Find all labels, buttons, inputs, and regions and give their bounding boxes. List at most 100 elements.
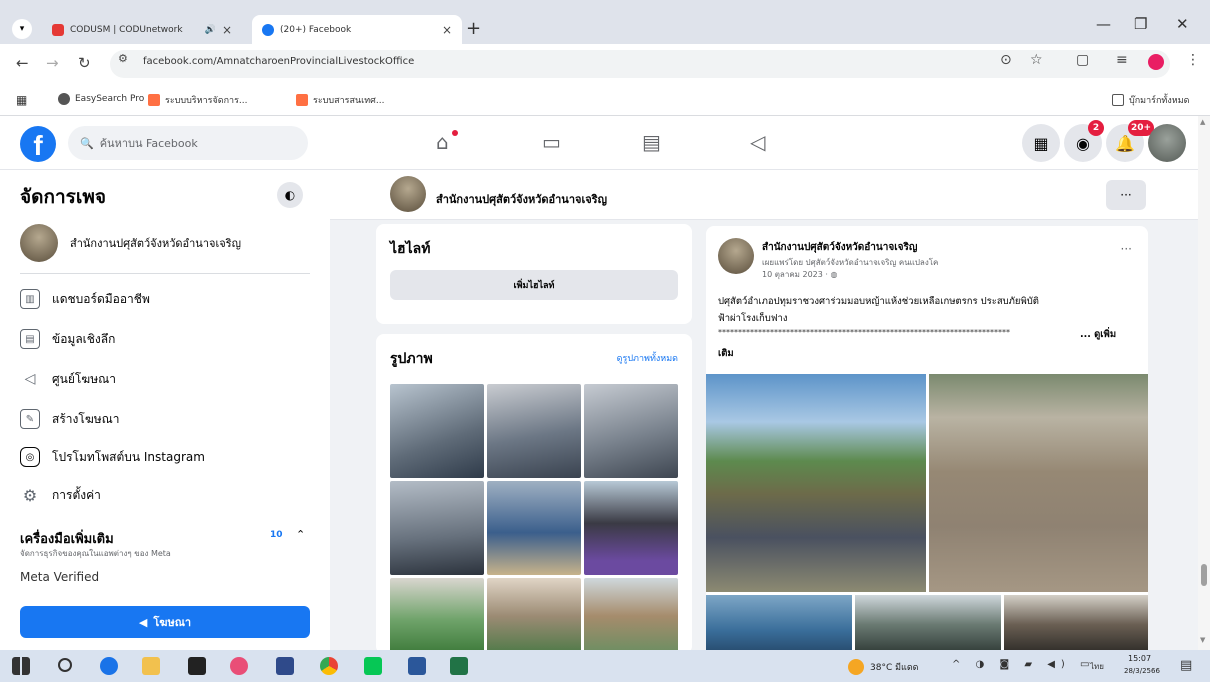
marketplace-icon[interactable]: ▤ (642, 130, 661, 154)
lens-icon[interactable]: ⊙ (1000, 52, 1012, 68)
close-tab-icon[interactable]: × (442, 23, 452, 37)
sidebar-item-insights[interactable]: ▤ ข้อมูลเชิงลึก (20, 324, 310, 354)
scroll-down-icon[interactable]: ▼ (1200, 636, 1205, 644)
notification-center-icon[interactable]: ▤ (1180, 658, 1192, 673)
line-icon[interactable] (364, 657, 382, 675)
sidebar-item-ad-center[interactable]: ◁ ศูนย์โฆษณา (20, 364, 310, 394)
page-scrollbar[interactable]: ▲ ▼ (1198, 116, 1210, 650)
add-highlight-button[interactable]: เพิ่มไฮไลท์ (390, 270, 678, 300)
video-icon[interactable]: ▭ (542, 130, 561, 154)
word-icon[interactable] (408, 657, 426, 675)
see-more-link[interactable]: ... ดูเพิ่ม (1080, 327, 1116, 342)
page-name[interactable]: สำนักงานปศุสัตว์จังหวัดอำนาจเจริญ (436, 190, 607, 208)
bookmark-system2[interactable]: ระบบสารสนเทศ... (296, 93, 384, 107)
site-info-icon[interactable]: ⚙ (118, 52, 128, 65)
home-icon[interactable]: ⌂ (436, 130, 449, 154)
back-arrow-icon[interactable]: ← (16, 54, 29, 72)
see-more-link-cont[interactable]: เติม (718, 346, 734, 361)
photo-thumbnail[interactable] (390, 578, 484, 654)
pencil-icon: ✎ (20, 409, 40, 429)
file-explorer-icon[interactable] (142, 657, 160, 675)
ads-megaphone-icon[interactable]: ◁ (750, 130, 765, 154)
media-icon[interactable]: ≡ (1116, 52, 1128, 68)
forward-arrow-icon[interactable]: → (46, 54, 59, 72)
meta-verified-item[interactable]: Meta Verified (20, 570, 99, 582)
clock-time[interactable]: 15:07 (1128, 654, 1151, 663)
bookmark-label: EasySearch Pro (75, 94, 145, 104)
sidebar-item-label: การตั้งค่า (52, 487, 101, 502)
tab-codusm[interactable]: CODUSM | CODUnetwork 🔊 × (42, 15, 242, 44)
sidebar-item-create-ad[interactable]: ✎ สร้างโฆษณา (20, 404, 310, 434)
tab-search-icon[interactable]: ▾ (12, 19, 32, 39)
bookmark-system1[interactable]: ระบบบริหารจัดการ... (148, 93, 248, 107)
photo-thumbnail[interactable] (487, 578, 581, 654)
search-icon[interactable] (58, 658, 72, 672)
browser-tab-bar: ▾ CODUSM | CODUnetwork 🔊 × (20+) Faceboo… (0, 0, 1210, 44)
sidebar-toggle-icon[interactable]: ◐ (277, 182, 303, 208)
post-author-avatar[interactable] (718, 238, 754, 274)
photo-thumbnail[interactable] (390, 481, 484, 575)
page-switcher[interactable]: สำนักงานปศุสัตว์จังหวัดอำนาจเจริญ (20, 220, 310, 266)
reload-icon[interactable]: ↻ (78, 54, 91, 72)
weather-widget[interactable]: 38°C มีแดด (848, 659, 919, 675)
post-image-truck[interactable] (706, 374, 926, 592)
url-text[interactable]: facebook.com/AmnatcharoenProvincialLives… (143, 56, 414, 67)
excel-icon[interactable] (450, 657, 468, 675)
photo-thumbnail[interactable] (584, 578, 678, 654)
all-bookmarks[interactable]: บุ๊กมาร์กทั้งหมด (1112, 93, 1189, 107)
app-icon[interactable] (230, 657, 248, 675)
scroll-up-icon[interactable]: ▲ (1200, 118, 1205, 126)
extensions-icon[interactable]: ▢ (1076, 52, 1089, 68)
windows-start-icon[interactable] (12, 657, 30, 675)
chrome-menu-icon[interactable]: ⋮ (1186, 52, 1200, 68)
page-avatar[interactable] (390, 176, 426, 212)
speaker-icon: 🔊 (204, 24, 216, 35)
insights-icon: ▤ (20, 329, 40, 349)
facebook-search-input[interactable]: 🔍 ค้นหาบน Facebook (68, 126, 308, 160)
post-author-name[interactable]: สำนักงานปศุสัตว์จังหวัดอำนาจเจริญ (762, 240, 917, 255)
app-icon[interactable] (276, 657, 294, 675)
edge-icon[interactable] (100, 657, 118, 675)
app-icon[interactable] (188, 657, 206, 675)
chrome-icon[interactable] (320, 657, 338, 675)
clock-date[interactable]: 28/3/2566 (1124, 667, 1160, 675)
bookmark-star-icon[interactable]: ☆ (1030, 52, 1043, 68)
post-more-icon[interactable]: ··· (1121, 242, 1132, 256)
post-image-hay[interactable] (929, 374, 1148, 592)
photo-thumbnail[interactable] (487, 384, 581, 478)
tab-facebook[interactable]: (20+) Facebook × (252, 15, 462, 44)
menu-grid-icon[interactable]: ▦ (1022, 124, 1060, 162)
post-image-5[interactable] (1004, 595, 1148, 654)
chevron-up-icon[interactable]: ⌃ (296, 528, 305, 541)
post-text-stars: ****************************************… (718, 328, 1010, 337)
window-close-icon[interactable]: ✕ (1176, 15, 1189, 33)
see-all-photos-link[interactable]: ดูรูปภาพทั้งหมด (617, 351, 678, 365)
bookmark-label: บุ๊กมาร์กทั้งหมด (1129, 96, 1190, 106)
facebook-logo-icon[interactable]: f (20, 126, 56, 162)
close-tab-icon[interactable]: × (222, 23, 232, 37)
photo-thumbnail[interactable] (390, 384, 484, 478)
bookmark-easysearch[interactable]: EasySearch Pro (58, 93, 144, 105)
photo-thumbnail[interactable] (584, 384, 678, 478)
photo-thumbnail[interactable] (487, 481, 581, 575)
post-date[interactable]: 10 ตุลาคม 2023 · ◍ (762, 268, 837, 281)
apps-grid-icon[interactable]: ▦ (16, 93, 27, 107)
post-image-3[interactable] (706, 595, 852, 654)
profile-icon[interactable] (1148, 54, 1164, 70)
facebook-header: f 🔍 ค้นหาบน Facebook ⌂ ▭ ▤ ◁ ▦ ◉ 2 🔔 20+ (0, 116, 1198, 170)
promote-button[interactable]: ◀ โฆษณา (20, 606, 310, 638)
sidebar-item-settings[interactable]: ⚙ การตั้งค่า (20, 480, 310, 510)
more-options-button[interactable]: ··· (1106, 180, 1146, 210)
restore-icon[interactable]: ❐ (1134, 15, 1147, 33)
system-tray-icons[interactable]: ^ ◑ ◙ ▰ ◀) ▭ (952, 659, 1095, 670)
post-image-4[interactable] (855, 595, 1001, 654)
sidebar-item-dashboard[interactable]: ▥ แดชบอร์ดมืออาชีพ (20, 284, 310, 314)
globe-icon: ◍ (830, 270, 838, 279)
minimize-icon[interactable]: — (1096, 15, 1111, 33)
photo-thumbnail[interactable] (584, 481, 678, 575)
new-tab-plus-icon[interactable]: + (466, 18, 481, 39)
scrollbar-thumb[interactable] (1201, 564, 1207, 586)
language-indicator[interactable]: ไทย (1090, 660, 1104, 673)
sidebar-item-instagram[interactable]: ◎ โปรโมทโพสต์บน Instagram (20, 442, 310, 472)
account-avatar[interactable] (1148, 124, 1186, 162)
